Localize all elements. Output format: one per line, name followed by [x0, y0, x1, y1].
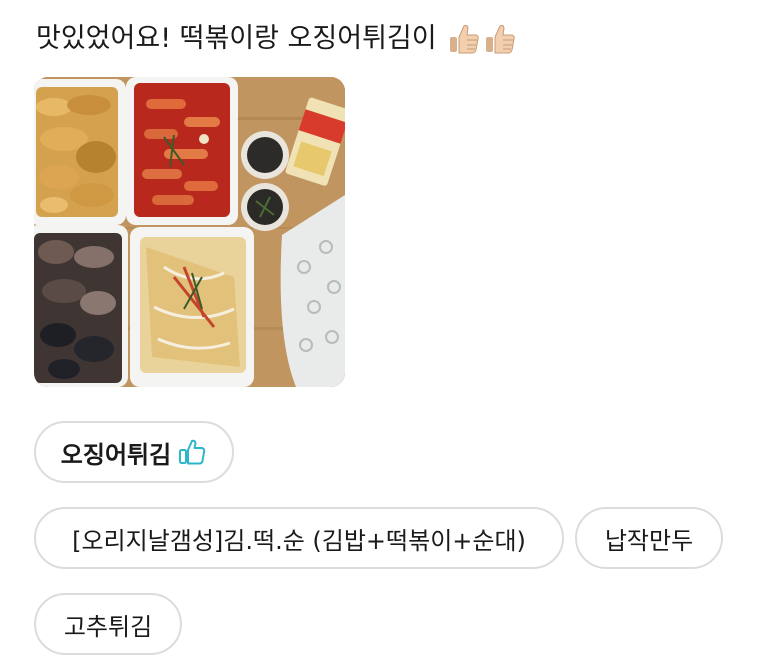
menu-tag-label: [오리지날갬성]김.떡.순 (김밥+떡볶이+순대): [72, 526, 526, 555]
thumbs-emoji-group: [447, 22, 517, 56]
thumbs-up-outline-icon: [179, 439, 206, 465]
thumbs-up-icon: [449, 24, 479, 54]
best-menu-label: 오징어튀김: [60, 440, 172, 469]
best-menu-chip[interactable]: 오징어튀김: [34, 421, 234, 483]
review-text-row: 맛있었어요! 떡볶이랑 오징어튀김이: [36, 18, 517, 60]
review-photo[interactable]: [34, 77, 345, 387]
menu-tag-label: 고추튀김: [63, 612, 153, 641]
food-photo-image: [34, 77, 345, 387]
thumbs-up-icon: [485, 24, 515, 54]
menu-tag-chip[interactable]: 고추튀김: [34, 593, 182, 655]
menu-tag-chip[interactable]: 납작만두: [575, 507, 723, 569]
menu-tag-chip[interactable]: [오리지날갬성]김.떡.순 (김밥+떡볶이+순대): [34, 507, 564, 569]
review-text: 맛있었어요! 떡볶이랑 오징어튀김이: [36, 23, 437, 54]
menu-tag-label: 납작만두: [604, 526, 694, 555]
